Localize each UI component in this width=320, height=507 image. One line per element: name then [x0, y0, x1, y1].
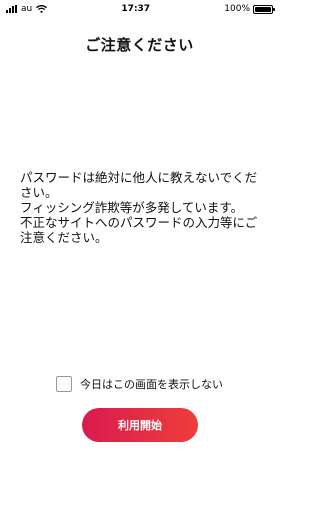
warning-message: パスワードは絶対に他人に教えないでください。 フィッシング詐欺等が多発しています… — [20, 170, 265, 245]
carrier-label: au — [21, 4, 33, 14]
battery-level-fill — [255, 6, 271, 12]
wifi-icon — [36, 5, 48, 13]
status-right: 100% — [224, 4, 275, 14]
status-time: 17:37 — [121, 4, 151, 14]
dont-show-today-option[interactable]: 今日はこの画面を表示しない — [0, 376, 279, 392]
status-left: au — [6, 4, 48, 14]
start-using-button[interactable]: 利用開始 — [82, 408, 198, 442]
battery-charging-icon — [253, 4, 275, 14]
dont-show-today-label[interactable]: 今日はこの画面を表示しない — [80, 376, 223, 392]
battery-percent: 100% — [224, 4, 250, 14]
warning-line-2: フィッシング詐欺等が多発しています。 — [20, 200, 244, 215]
warning-line-3: 不正なサイトへのパスワードの入力等にご注意ください。 — [20, 215, 258, 245]
dont-show-today-checkbox[interactable] — [56, 376, 72, 392]
status-bar: au 17:37 100% — [0, 0, 279, 18]
warning-line-1: パスワードは絶対に他人に教えないでください。 — [20, 170, 258, 200]
page-title: ご注意ください — [85, 36, 194, 54]
signal-bars-icon — [6, 5, 17, 13]
